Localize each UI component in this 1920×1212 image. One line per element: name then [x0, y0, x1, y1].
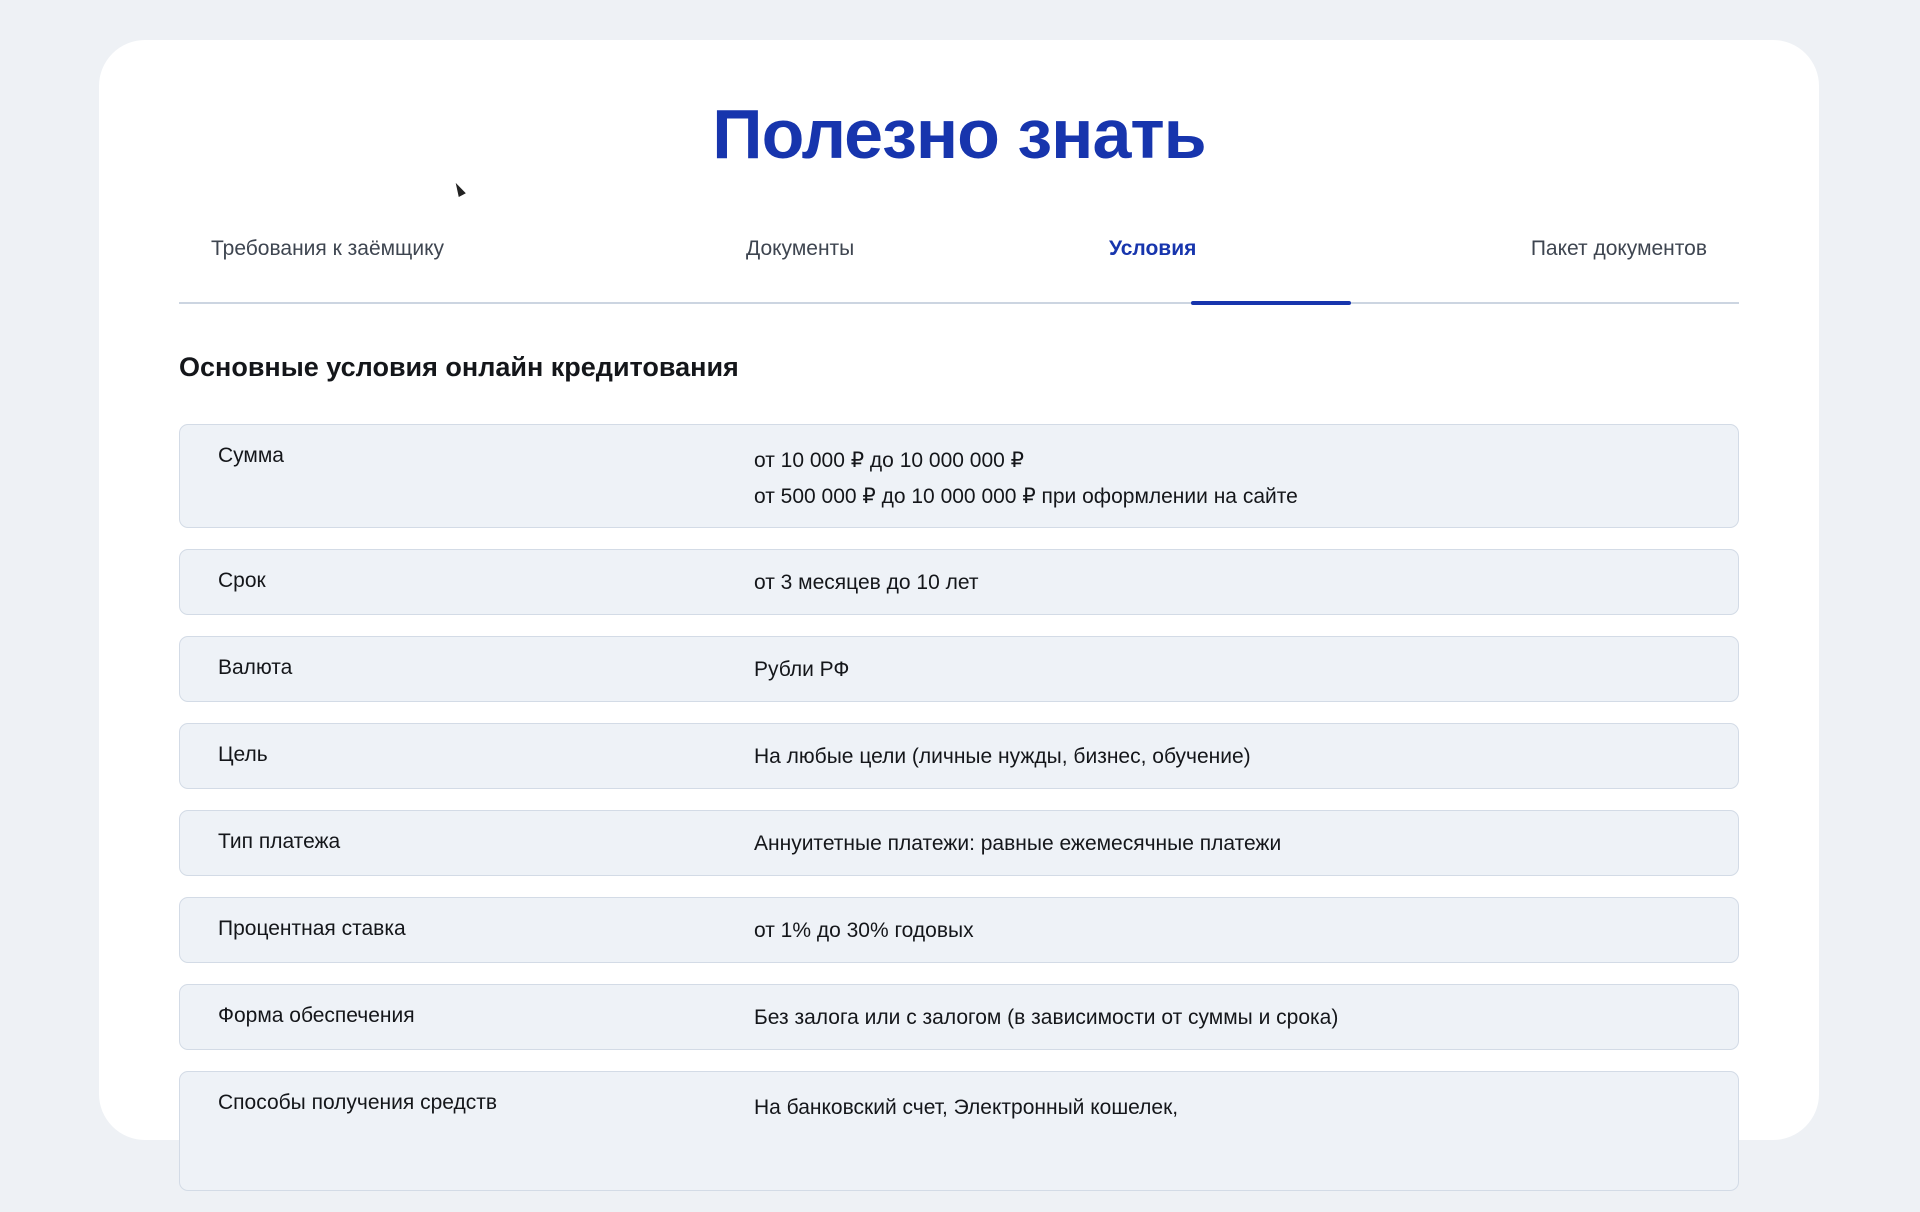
condition-label: Цель: [218, 743, 268, 766]
conditions-list: Сумма от 10 000 ₽ до 10 000 000 ₽ от 500…: [179, 424, 1739, 1212]
condition-row-funds-methods: Способы получения средств На банковский …: [179, 1071, 1739, 1191]
condition-label: Форма обеспечения: [218, 1004, 415, 1027]
condition-label: Тип платежа: [218, 830, 341, 853]
condition-row-amount: Сумма от 10 000 ₽ до 10 000 000 ₽ от 500…: [179, 424, 1739, 528]
condition-label: Валюта: [218, 656, 293, 679]
condition-value: Рубли РФ: [754, 658, 850, 681]
condition-value: На банковский счет, Электронный кошелек,: [754, 1096, 1179, 1119]
condition-value: от 3 месяцев до 10 лет: [754, 571, 979, 594]
condition-value: Аннуитетные платежи: равные ежемесячные …: [754, 832, 1282, 855]
section-title: Основные условия онлайн кредитования: [179, 352, 739, 382]
condition-row-currency: Валюта Рубли РФ: [179, 636, 1739, 702]
tabs-bar: Требования к заёмщику Документы Условия …: [179, 215, 1739, 305]
condition-row-term: Срок от 3 месяцев до 10 лет: [179, 549, 1739, 615]
page-title: Полезно знать: [712, 95, 1206, 173]
condition-label: Способы получения средств: [218, 1091, 498, 1114]
tab-borrower-requirements[interactable]: Требования к заёмщику: [211, 237, 444, 261]
condition-value: от 1% до 30% годовых: [754, 919, 974, 942]
tab-documents[interactable]: Документы: [746, 237, 854, 261]
condition-label: Процентная ставка: [218, 917, 406, 940]
page-card: Полезно знать Требования к заёмщику Доку…: [99, 40, 1819, 1191]
condition-row-interest-rate: Процентная ставка от 1% до 30% годовых: [179, 897, 1739, 963]
condition-row-collateral: Форма обеспечения Без залога или с залог…: [179, 984, 1739, 1050]
condition-label: Сумма: [218, 444, 284, 467]
tab-conditions[interactable]: Условия: [1109, 237, 1196, 261]
condition-label: Срок: [218, 569, 266, 592]
active-tab-indicator: [1191, 301, 1351, 305]
condition-value: Без залога или с залогом (в зависимости …: [754, 1006, 1339, 1029]
condition-value: от 10 000 ₽ до 10 000 000 ₽: [754, 449, 1024, 472]
condition-value: На любые цели (личные нужды, бизнес, обу…: [754, 745, 1251, 768]
condition-row-payment-type: Тип платежа Аннуитетные платежи: равные …: [179, 810, 1739, 876]
tab-document-package[interactable]: Пакет документов: [1531, 237, 1707, 261]
condition-row-purpose: Цель На любые цели (личные нужды, бизнес…: [179, 723, 1739, 789]
condition-value: от 500 000 ₽ до 10 000 000 ₽ при оформле…: [754, 485, 1298, 508]
